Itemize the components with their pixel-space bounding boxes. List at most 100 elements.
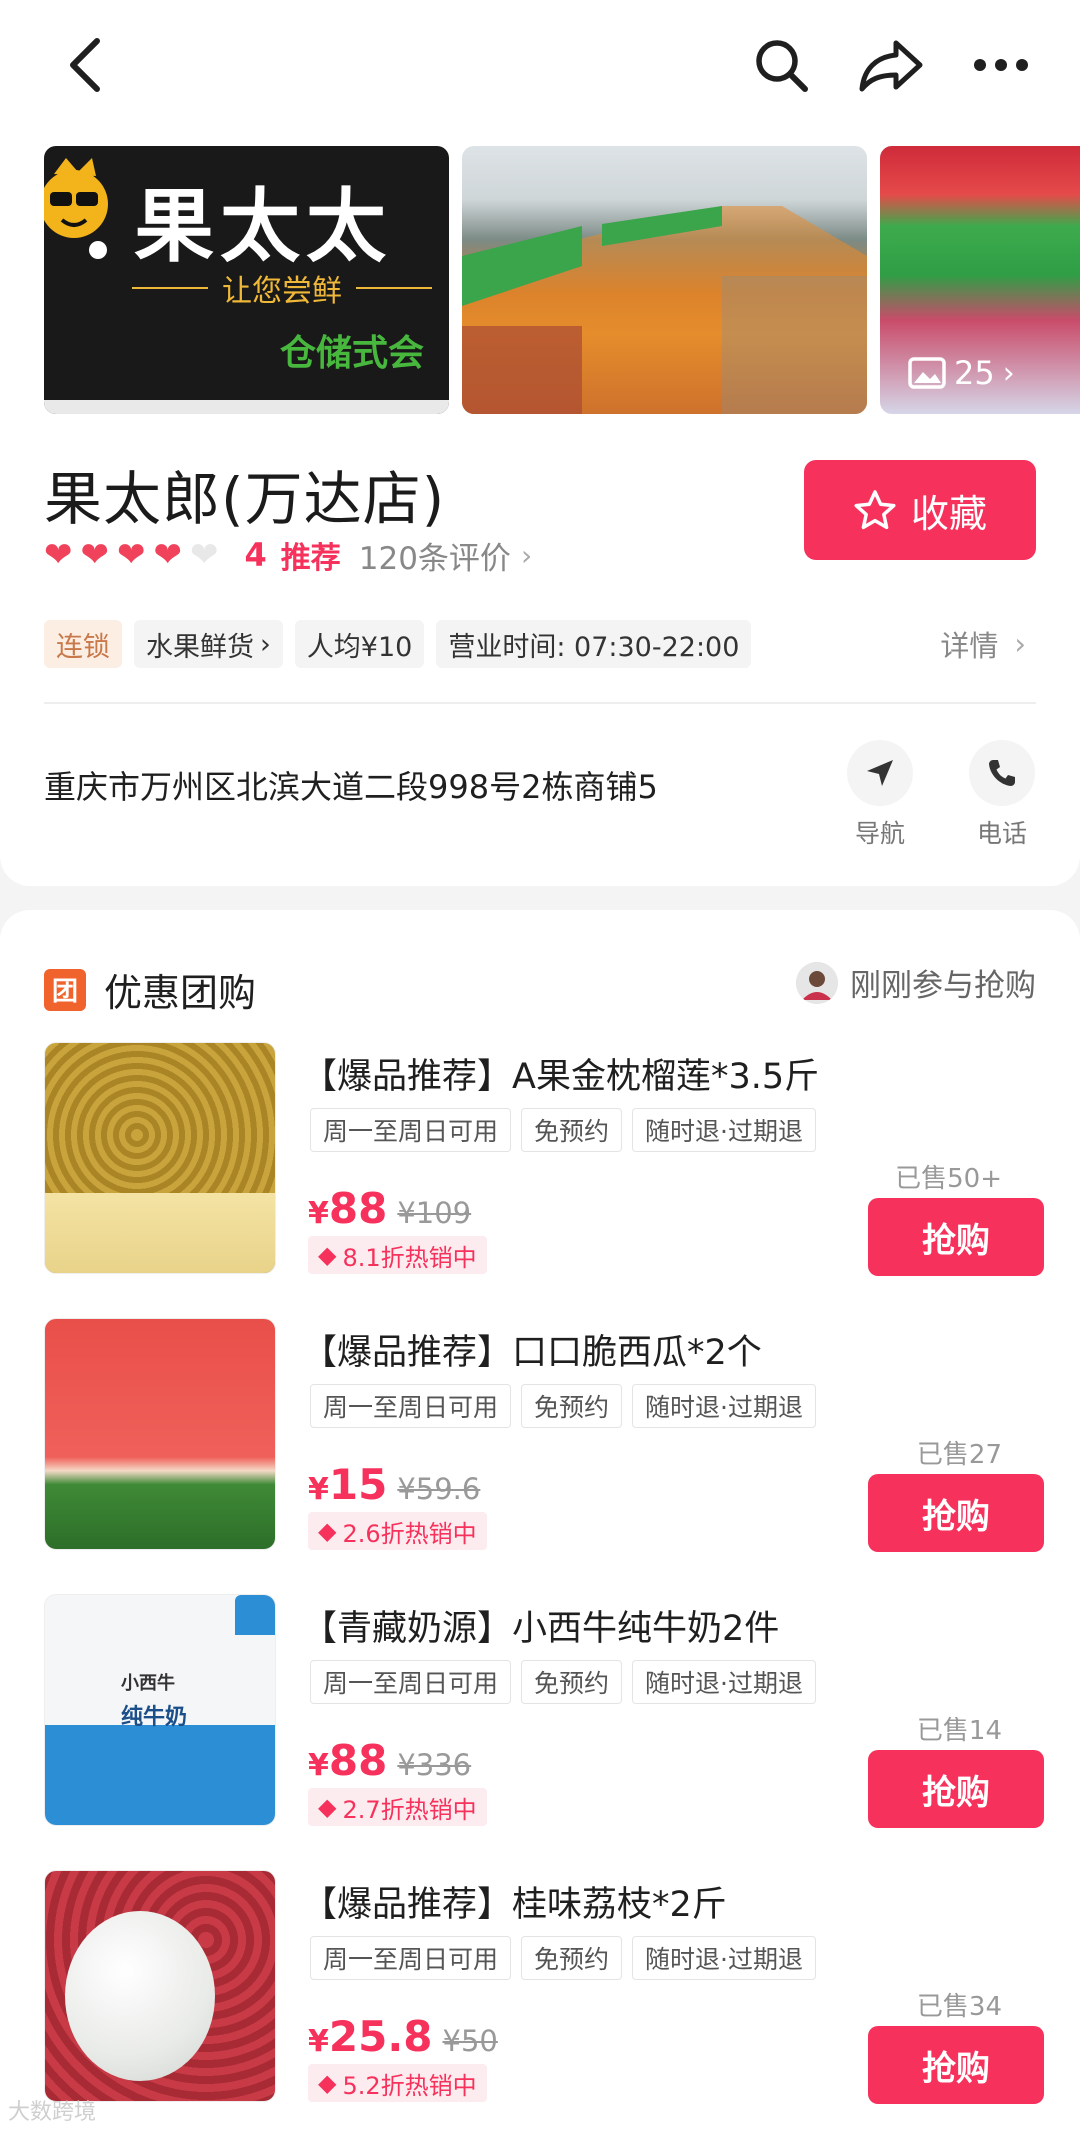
store-giftbox-photo[interactable]: 25 › xyxy=(880,146,1080,414)
current-price: 25.8 xyxy=(328,2012,433,2061)
deal-chips: 周一至周日可用 免预约 随时退·过期退 xyxy=(310,1936,816,1980)
more-button[interactable] xyxy=(966,30,1036,100)
current-price: 88 xyxy=(328,1184,388,1233)
group-buy-icon: 团 xyxy=(44,968,86,1011)
logo-title: 果太太 xyxy=(134,180,392,273)
deals-title: 优惠团购 xyxy=(104,971,257,1015)
deal-chips: 周一至周日可用 免预约 随时退·过期退 xyxy=(310,1384,816,1428)
chevron-right-icon: › xyxy=(1014,627,1026,661)
chevron-right-icon: › xyxy=(1002,355,1015,391)
phone-label: 电话 xyxy=(976,819,1027,848)
buy-button[interactable]: 抢购 xyxy=(868,2026,1044,2104)
details-link[interactable]: 详情 › xyxy=(940,620,1026,668)
deal-thumbnail-lychee xyxy=(44,1870,276,2102)
avg-price-tag: 人均¥10 xyxy=(294,620,425,668)
tag-icon: ◆ xyxy=(318,1517,337,1545)
navigate-label: 导航 xyxy=(854,819,905,848)
heart-filled-icon: ❤ xyxy=(153,535,183,575)
shelf-image xyxy=(462,206,867,414)
buy-button[interactable]: 抢购 xyxy=(868,1750,1044,1828)
sold-count: 已售27 xyxy=(916,1440,1002,1470)
deal-thumbnail-milk: 小西牛 纯牛奶 xyxy=(44,1594,276,1826)
usage-chip: 周一至周日可用 xyxy=(310,1384,512,1428)
heart-filled-icon: ❤ xyxy=(117,535,146,575)
phone-button[interactable]: 电话 xyxy=(962,740,1042,850)
group-deals-section: 团 优惠团购 刚刚参与抢购 【爆品推荐】A果金枕榴莲*3.5斤 周一至周日可用 … xyxy=(0,910,1080,2130)
review-count-link[interactable]: 120条评价 xyxy=(359,533,511,578)
refund-chip: 随时退·过期退 xyxy=(632,1108,816,1152)
original-price: ¥59.6 xyxy=(397,1472,481,1506)
store-tags: 连锁 水果鲜货 › 人均¥10 营业时间: 07:30-22:00 xyxy=(44,620,752,668)
discount-badge: ◆ 8.1折热销中 xyxy=(308,1236,487,1274)
refund-chip: 随时退·过期退 xyxy=(632,1936,816,1980)
store-name: 果太郎(万达店) xyxy=(44,465,446,533)
milk-type-label: 纯牛奶 xyxy=(121,1705,188,1730)
no-reservation-chip: 免预约 xyxy=(521,1108,623,1152)
favorite-label: 收藏 xyxy=(910,491,987,536)
category-tag[interactable]: 水果鲜货 › xyxy=(134,620,283,668)
navigate-button[interactable]: 导航 xyxy=(840,740,920,850)
recommend-label: 推荐 xyxy=(280,541,341,576)
mascot-logo-image xyxy=(44,158,108,259)
discount-badge: ◆ 5.2折热销中 xyxy=(308,2064,487,2102)
deal-thumbnail-durian xyxy=(44,1042,276,1274)
tag-icon: ◆ xyxy=(318,1793,337,1821)
deal-chips: 周一至周日可用 免预约 随时退·过期退 xyxy=(310,1660,816,1704)
hours-tag: 营业时间: 07:30-22:00 xyxy=(436,620,752,668)
logo-subtitle: 仓储式会 xyxy=(280,333,425,374)
heart-filled-icon: ❤ xyxy=(80,535,110,575)
deal-price: ¥ 88 ¥109 xyxy=(308,1184,472,1233)
chevron-right-icon: › xyxy=(260,628,271,660)
heart-empty-icon: ❤ xyxy=(190,535,219,575)
deal-title: 【爆品推荐】口口脆西瓜*2个 xyxy=(302,1333,762,1373)
logo-bottom-strip xyxy=(44,400,449,414)
search-button[interactable] xyxy=(746,30,816,100)
navigation-arrow-icon xyxy=(867,760,893,786)
top-nav-bar xyxy=(0,0,1080,130)
back-button[interactable] xyxy=(50,30,120,100)
deal-item[interactable]: 【爆品推荐】A果金枕榴莲*3.5斤 周一至周日可用 免预约 随时退·过期退 ¥ … xyxy=(44,1042,1044,1276)
deal-price: ¥ 88 ¥336 xyxy=(308,1736,472,1785)
usage-chip: 周一至周日可用 xyxy=(310,1660,512,1704)
usage-chip: 周一至周日可用 xyxy=(310,1108,512,1152)
sold-count: 已售14 xyxy=(916,1716,1002,1746)
store-interior-photo[interactable] xyxy=(462,146,867,414)
discount-badge: ◆ 2.6折热销中 xyxy=(308,1512,487,1550)
chevron-right-icon: › xyxy=(520,538,533,572)
deal-item[interactable]: 小西牛 纯牛奶 【青藏奶源】小西牛纯牛奶2件 周一至周日可用 免预约 随时退·过… xyxy=(44,1594,1044,1828)
photo-count-badge[interactable]: 25 › xyxy=(908,354,1015,392)
favorite-button[interactable]: 收藏 xyxy=(804,460,1036,560)
logo-slogan: 让您尝鲜 xyxy=(132,266,432,310)
search-icon xyxy=(756,40,808,92)
sold-count: 已售34 xyxy=(916,1992,1002,2022)
store-address[interactable]: 重庆市万州区北滨大道二段998号2栋商铺5 xyxy=(44,762,658,808)
store-logo-photo[interactable]: 果太太 让您尝鲜 仓储式会 xyxy=(44,146,449,414)
deal-item[interactable]: 【爆品推荐】口口脆西瓜*2个 周一至周日可用 免预约 随时退·过期退 ¥ 15 … xyxy=(44,1318,1044,1552)
rating-row: ❤ ❤ ❤ ❤ ❤ 4 推荐 120条评价 › xyxy=(44,530,532,580)
avatar xyxy=(796,961,838,1004)
recent-purchase-indicator: 刚刚参与抢购 xyxy=(796,960,1036,1005)
current-price: 15 xyxy=(328,1460,388,1509)
deal-title: 【爆品推荐】A果金枕榴莲*3.5斤 xyxy=(302,1057,820,1097)
milk-brand-label: 小西牛 xyxy=(121,1673,175,1694)
chain-tag: 连锁 xyxy=(44,620,122,668)
recent-text: 刚刚参与抢购 xyxy=(850,968,1036,1004)
store-info-card: 果太太 让您尝鲜 仓储式会 25 › 果太郎(万达店) 收藏 ❤ ❤ ❤ ❤ ❤… xyxy=(0,130,1080,886)
no-reservation-chip: 免预约 xyxy=(521,1660,623,1704)
usage-chip: 周一至周日可用 xyxy=(310,1936,512,1980)
sold-count: 已售50+ xyxy=(895,1164,1002,1194)
discount-badge: ◆ 2.7折热销中 xyxy=(308,1788,487,1826)
deal-chips: 周一至周日可用 免预约 随时退·过期退 xyxy=(310,1108,816,1152)
more-dots-icon xyxy=(974,59,1028,71)
deal-price: ¥ 25.8 ¥50 xyxy=(308,2012,498,2061)
buy-button[interactable]: 抢购 xyxy=(868,1198,1044,1276)
star-icon xyxy=(854,490,896,530)
share-button[interactable] xyxy=(856,30,926,100)
no-reservation-chip: 免预约 xyxy=(521,1936,623,1980)
deal-item[interactable]: 【爆品推荐】桂味荔枝*2斤 周一至周日可用 免预约 随时退·过期退 ¥ 25.8… xyxy=(44,1870,1044,2104)
store-photo-carousel[interactable]: 果太太 让您尝鲜 仓储式会 25 › xyxy=(44,146,1080,414)
original-price: ¥50 xyxy=(442,2024,498,2058)
buy-button[interactable]: 抢购 xyxy=(868,1474,1044,1552)
original-price: ¥336 xyxy=(397,1748,472,1782)
phone-icon xyxy=(989,760,1015,786)
